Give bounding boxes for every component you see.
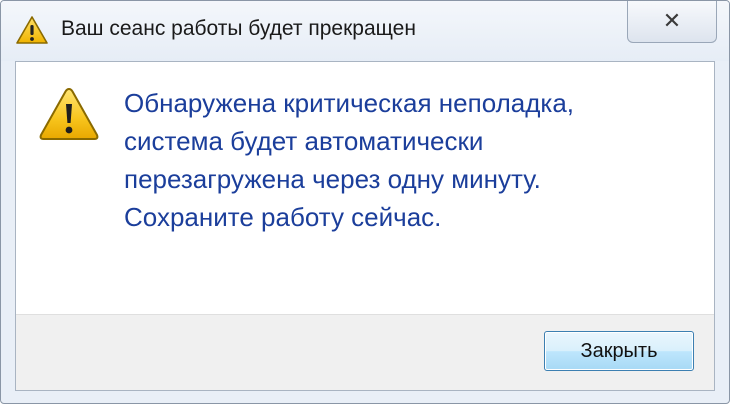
warning-icon [39, 88, 99, 140]
button-bar: Закрыть [16, 314, 714, 390]
warning-icon [16, 16, 48, 44]
close-button[interactable]: ✕ [627, 1, 717, 43]
message-area: Обнаружена критическая неполадка, систем… [16, 62, 714, 314]
dialog-window: Ваш сеанс работы будет прекращен ✕ Обнар… [0, 0, 730, 404]
window-title: Ваш сеанс работы будет прекращен [61, 17, 416, 40]
message-line: Сохраните работу сейчас. [124, 202, 442, 232]
title-bar[interactable]: Ваш сеанс работы будет прекращен ✕ [1, 1, 729, 61]
close-dialog-button[interactable]: Закрыть [544, 331, 694, 371]
message-line: система будет автоматически [124, 126, 484, 156]
message-line: Обнаружена критическая неполадка, [124, 88, 575, 118]
dialog-body: Обнаружена критическая неполадка, систем… [15, 61, 715, 391]
close-icon: ✕ [662, 8, 682, 34]
message-line: перезагружена через одну минуту. [124, 164, 541, 194]
message-text: Обнаружена критическая неполадка, систем… [124, 84, 704, 236]
